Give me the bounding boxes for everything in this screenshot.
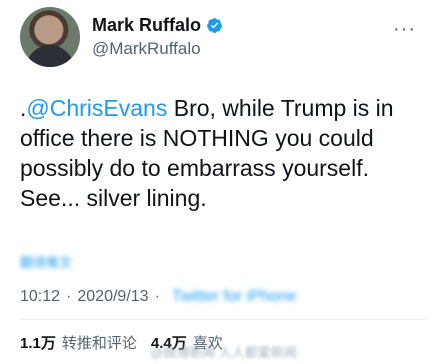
tweet-meta: 10:12 · 2020/9/13 · Twitter for iPhone	[20, 288, 296, 306]
tweet-time[interactable]: 10:12	[20, 288, 60, 306]
handle[interactable]: @MarkRuffalo	[92, 39, 201, 59]
avatar-shoulders	[26, 45, 74, 67]
retweets-count[interactable]: 1.1万	[20, 332, 56, 353]
divider	[20, 319, 425, 320]
tweet-date[interactable]: 2020/9/13	[77, 288, 148, 306]
retweets-label[interactable]: 转推和评论	[62, 332, 137, 353]
verified-badge-icon	[207, 18, 222, 33]
avatar[interactable]	[20, 7, 80, 67]
more-horizontal-icon[interactable]: ···	[393, 18, 416, 41]
tweet-text: .@ChrisEvans Bro, while Trump is in offi…	[20, 93, 425, 213]
translate-link[interactable]: 翻译推文	[20, 252, 72, 271]
display-name[interactable]: Mark Ruffalo	[92, 15, 201, 36]
mention-link[interactable]: @ChrisEvans	[26, 95, 167, 121]
watermark: @微博新闻 人人都爱新闻	[150, 345, 297, 360]
meta-separator-2: ·	[154, 288, 160, 305]
display-name-row[interactable]: Mark Ruffalo	[92, 15, 223, 36]
meta-separator: ·	[66, 288, 72, 305]
tweet-source[interactable]: Twitter for iPhone	[172, 288, 297, 306]
